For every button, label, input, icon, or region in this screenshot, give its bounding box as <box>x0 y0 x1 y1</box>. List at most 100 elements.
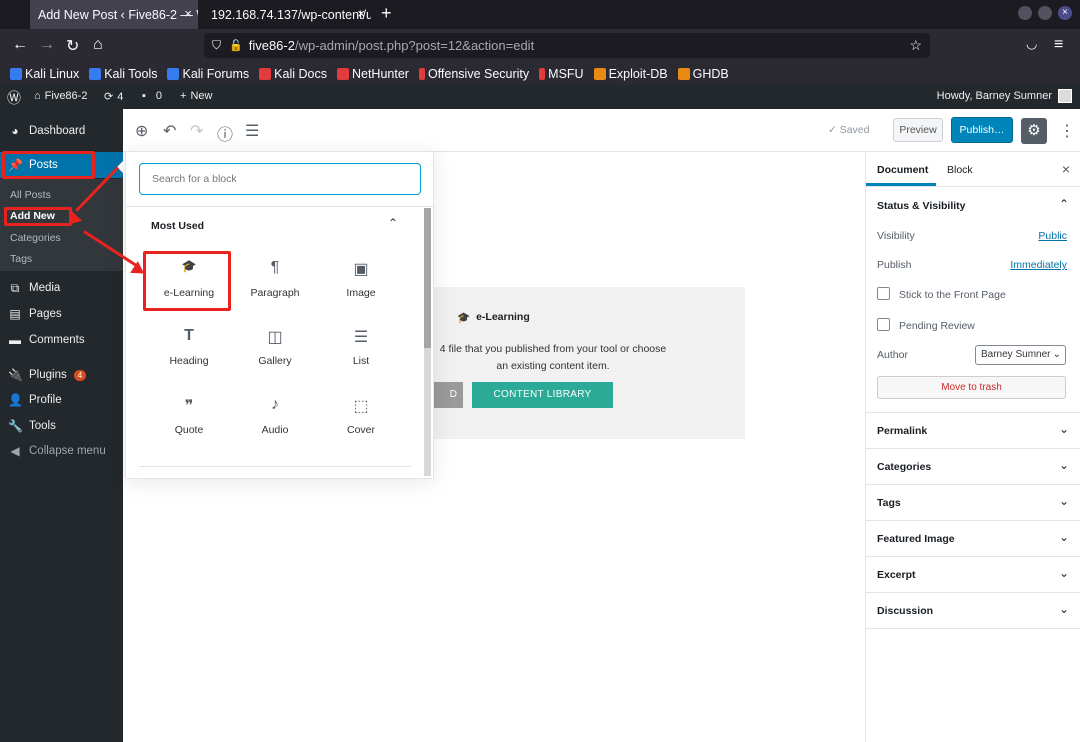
inserter-scrollbar[interactable] <box>424 208 431 476</box>
sidebar-item-plugins[interactable]: 🔌 Plugins 4 <box>0 362 123 388</box>
sidebar-item-profile[interactable]: 👤 Profile <box>0 387 123 413</box>
block-navigation-icon[interactable]: ☰ <box>245 121 259 141</box>
hamburger-menu-icon[interactable]: ≡ <box>1054 36 1063 54</box>
chevron-up-icon[interactable]: ⌃ <box>388 216 398 230</box>
block-image[interactable]: ▣ Image <box>319 251 403 309</box>
content-library-button[interactable]: CONTENT LIBRARY <box>472 382 613 408</box>
new-tab-button[interactable]: + <box>381 3 392 24</box>
bookmark-kali-linux[interactable]: Kali Linux <box>10 67 79 81</box>
publish-date-link[interactable]: Immediately <box>1010 259 1067 271</box>
kali-icon <box>10 67 22 80</box>
bookmark-ghdb[interactable]: GHDB <box>677 67 729 81</box>
sidebar-item-label: Collapse menu <box>29 445 106 457</box>
tab-block[interactable]: Block <box>947 164 973 176</box>
block-gallery[interactable]: ◫ Gallery <box>233 319 317 377</box>
forward-arrow-icon[interactable]: → <box>39 36 55 54</box>
sidebar-collapse-menu[interactable]: ◀ Collapse menu <box>0 438 123 464</box>
redo-icon[interactable]: ↷ <box>190 121 203 141</box>
site-name-link[interactable]: ⌂ Five86-2 <box>34 90 87 102</box>
maximize-button[interactable] <box>1038 6 1052 20</box>
close-icon[interactable]: × <box>184 6 192 21</box>
bookmark-kali-docs[interactable]: Kali Docs <box>259 67 327 81</box>
new-content-link[interactable]: + New <box>180 90 212 102</box>
admin-sidebar: ◕ Dashboard 📌 Posts All Posts Add New Cate… <box>0 109 125 742</box>
block-audio[interactable]: ♪ Audio <box>233 388 317 446</box>
account-menu[interactable]: Howdy, Barney Sumner <box>937 89 1072 103</box>
excerpt-panel[interactable]: Excerpt ⌄ <box>866 557 1080 593</box>
bookmark-offensive-security[interactable]: Offensive Security <box>418 67 529 81</box>
browser-nav-bar: ← → ↻ ⌂ ⛉ 🔓 five86-2/wp-admin/post.php?p… <box>0 29 1080 62</box>
home-icon[interactable]: ⌂ <box>93 36 103 54</box>
wordpress-logo-icon[interactable]: Ⓦ <box>7 88 21 108</box>
editor-toolbar: ⊕ ↶ ↷ ⓘ ☰ ✓ Saved Preview Publish… ⚙ ⋮ <box>123 109 1080 152</box>
add-block-icon[interactable]: ⊕ <box>135 121 148 141</box>
bookmark-kali-forums[interactable]: Kali Forums <box>167 67 249 81</box>
kali-icon <box>89 67 102 80</box>
close-icon[interactable]: × <box>357 6 365 21</box>
lock-icon[interactable]: 🔓 <box>229 39 243 52</box>
author-select[interactable]: Barney Sumner ⌄ <box>975 345 1066 365</box>
featured-image-panel[interactable]: Featured Image ⌄ <box>866 521 1080 557</box>
submenu-all-posts[interactable]: All Posts <box>10 189 51 201</box>
shield-icon[interactable]: ⛉ <box>212 38 221 53</box>
bookmark-exploit-db[interactable]: Exploit-DB <box>593 67 668 81</box>
bookmark-label: NetHunter <box>351 66 409 81</box>
sidebar-item-comments[interactable]: ▬ Comments <box>0 327 123 353</box>
gear-icon[interactable]: ⚙ <box>1021 118 1047 144</box>
updates-icon: ⟳ <box>104 91 114 103</box>
visibility-link[interactable]: Public <box>1038 230 1067 242</box>
block-paragraph[interactable]: ¶ Paragraph <box>233 251 317 309</box>
block-cover[interactable]: ⬚ Cover <box>319 388 403 446</box>
tags-panel[interactable]: Tags ⌄ <box>866 485 1080 521</box>
sticky-checkbox[interactable] <box>877 287 890 300</box>
sidebar-item-tools[interactable]: 🔧 Tools <box>0 413 123 439</box>
sidebar-item-pages[interactable]: ▤ Pages <box>0 301 123 327</box>
preview-button[interactable]: Preview <box>893 118 943 142</box>
scrollbar-thumb[interactable] <box>424 208 431 348</box>
annotation-elearning-box <box>143 251 231 311</box>
url-bar[interactable]: ⛉ 🔓 five86-2/wp-admin/post.php?post=12&a… <box>204 33 930 58</box>
pocket-icon[interactable]: ◡ <box>1026 36 1037 52</box>
tab-wp-content[interactable]: 192.168.74.137/wp-content/u × <box>203 0 371 29</box>
block-search-input[interactable]: Search for a block <box>139 163 421 195</box>
tab-add-new-post[interactable]: Add New Post ‹ Five86-2 — W × <box>30 0 198 29</box>
tab-document[interactable]: Document <box>877 164 928 176</box>
block-label: List <box>352 355 370 367</box>
undo-icon[interactable]: ↶ <box>163 121 176 141</box>
bookmark-nethunter[interactable]: NetHunter <box>336 66 409 81</box>
elearning-title-text: e-Learning <box>476 311 530 323</box>
block-heading[interactable]: T Heading <box>147 319 231 377</box>
categories-panel[interactable]: Categories ⌄ <box>866 449 1080 485</box>
sidebar-item-media[interactable]: ⧉ Media <box>0 275 123 301</box>
submenu-categories[interactable]: Categories <box>10 232 61 244</box>
discussion-panel[interactable]: Discussion ⌄ <box>866 593 1080 629</box>
reload-icon[interactable]: ↻ <box>66 36 79 56</box>
back-arrow-icon[interactable]: ← <box>12 36 28 54</box>
more-options-icon[interactable]: ⋮ <box>1059 121 1075 141</box>
tab-label: Add New Post ‹ Five86-2 — W <box>38 7 198 22</box>
bookmark-star-icon[interactable]: ☆ <box>909 37 922 54</box>
info-icon[interactable]: ⓘ <box>217 121 233 145</box>
publish-button[interactable]: Publish… <box>951 117 1013 143</box>
block-list[interactable]: ☰ List <box>319 319 403 377</box>
sidebar-item-dashboard[interactable]: ◕ Dashboard <box>0 118 123 144</box>
window-close-button[interactable]: × <box>1058 6 1072 20</box>
bookmark-msfu[interactable]: MSFU <box>539 67 584 81</box>
close-icon[interactable]: × <box>1062 161 1070 177</box>
block-quote[interactable]: ❞ Quote <box>147 388 231 446</box>
pending-review-checkbox[interactable] <box>877 318 890 331</box>
dashboard-icon: ◕ <box>11 124 19 138</box>
comments-link[interactable]: ▪ 0 <box>142 90 162 102</box>
settings-tabs: Document Block × <box>866 152 1080 187</box>
image-icon: ▣ <box>353 261 369 278</box>
permalink-panel[interactable]: Permalink ⌄ <box>866 413 1080 449</box>
status-visibility-header[interactable]: Status & Visibility ⌃ <box>866 188 1080 224</box>
home-icon: ⌂ <box>34 90 41 102</box>
updates-link[interactable]: ⟳ 4 <box>104 90 123 104</box>
minimize-button[interactable] <box>1018 6 1032 20</box>
move-to-trash-button[interactable]: Move to trash <box>877 376 1066 399</box>
submenu-tags[interactable]: Tags <box>10 253 32 265</box>
block-label: Quote <box>174 424 204 436</box>
user-icon: 👤 <box>8 393 23 407</box>
bookmark-kali-tools[interactable]: Kali Tools <box>89 67 157 81</box>
